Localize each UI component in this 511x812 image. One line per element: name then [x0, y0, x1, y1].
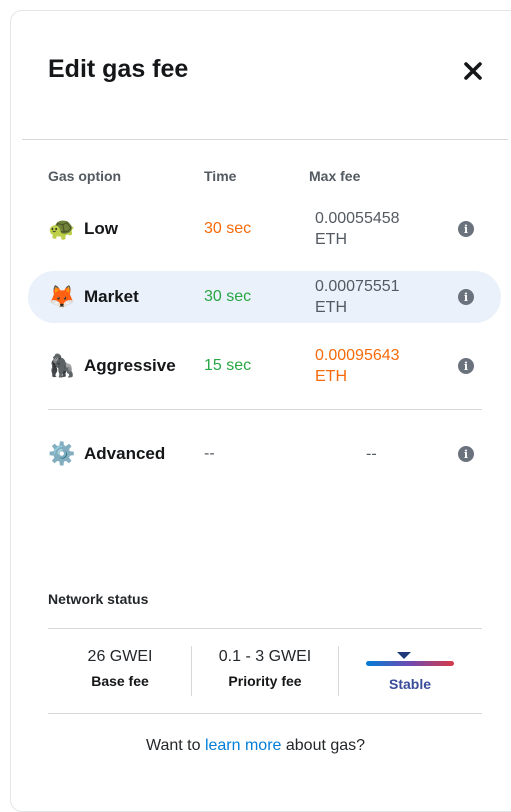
network-divider-top — [48, 628, 482, 629]
gas-option-market: 🦊 Market — [46, 271, 139, 323]
priority-fee-label: Priority fee — [228, 673, 302, 689]
gas-option-label: Low — [84, 219, 118, 238]
max-fee-amount: 0.00055458 — [315, 210, 400, 227]
learn-more-link[interactable]: learn more — [205, 737, 281, 754]
close-icon — [464, 62, 482, 80]
column-header-max-fee: Max fee — [309, 168, 361, 184]
network-status-label: Stable — [388, 676, 431, 692]
network-divider-bottom — [48, 713, 482, 714]
gas-option-max-fee: 0.00075551 ETH — [315, 276, 435, 318]
gas-option-time: -- — [204, 445, 215, 462]
stat-separator — [191, 646, 192, 696]
base-fee-stat: 26 GWEI Base fee — [60, 648, 180, 689]
gas-option-time: 30 sec — [204, 288, 252, 305]
info-icon[interactable]: i — [458, 289, 474, 305]
gauge-pointer-icon — [397, 652, 411, 659]
header-divider — [22, 139, 508, 140]
options-divider — [48, 409, 482, 410]
network-status-gauge: Stable — [366, 652, 456, 692]
column-header-gas-option: Gas option — [48, 168, 122, 184]
gas-option-low: 🐢 Low — [46, 203, 118, 255]
turtle-icon: 🐢 — [48, 216, 76, 241]
priority-fee-value: 0.1 - 3 GWEI — [218, 648, 312, 665]
page-title: Edit gas fee — [48, 55, 189, 83]
gas-option-market-row[interactable]: 🦊 Market 30 sec 0.00075551 ETH i — [28, 271, 501, 323]
close-button[interactable] — [458, 56, 488, 86]
gas-option-advanced-row[interactable]: ⚙️ Advanced -- -- i — [28, 428, 501, 480]
base-fee-value: 26 GWEI — [87, 648, 153, 665]
network-status-title: Network status — [48, 591, 149, 607]
gas-option-advanced: ⚙️ Advanced — [46, 428, 165, 480]
gas-option-label: Market — [84, 287, 139, 306]
learn-more-footer: Want to learn more about gas? — [0, 737, 511, 755]
footer-suffix: about gas? — [281, 737, 366, 754]
priority-fee-stat: 0.1 - 3 GWEI Priority fee — [200, 648, 330, 689]
gear-icon: ⚙️ — [48, 441, 76, 466]
base-fee-label: Base fee — [91, 673, 149, 689]
gas-option-label: Advanced — [84, 444, 166, 463]
fox-icon: 🦊 — [48, 284, 76, 309]
column-header-time: Time — [204, 168, 237, 184]
gas-option-max-fee: 0.00095643 ETH — [315, 345, 435, 387]
gas-option-time: 30 sec — [204, 220, 252, 237]
info-icon[interactable]: i — [458, 358, 474, 374]
gauge-bar — [366, 661, 454, 666]
stat-separator — [338, 646, 339, 696]
info-icon[interactable]: i — [458, 221, 474, 237]
gas-option-time: 15 sec — [204, 357, 252, 374]
info-icon[interactable]: i — [458, 446, 474, 462]
max-fee-amount: 0.00095643 — [315, 347, 400, 364]
gas-option-aggressive: 🦍 Aggressive — [46, 340, 176, 392]
gas-option-label: Aggressive — [84, 356, 176, 375]
gas-option-aggressive-row[interactable]: 🦍 Aggressive 15 sec 0.00095643 ETH i — [28, 340, 501, 392]
max-fee-unit: ETH — [315, 368, 347, 385]
footer-prefix: Want to — [145, 737, 205, 754]
max-fee-amount: 0.00075551 — [315, 278, 400, 295]
gas-option-max-fee: 0.00055458 ETH — [315, 208, 435, 250]
max-fee-unit: ETH — [315, 231, 347, 248]
max-fee-unit: ETH — [315, 299, 347, 316]
gorilla-icon: 🦍 — [48, 353, 76, 378]
gas-option-low-row[interactable]: 🐢 Low 30 sec 0.00055458 ETH i — [28, 203, 501, 255]
